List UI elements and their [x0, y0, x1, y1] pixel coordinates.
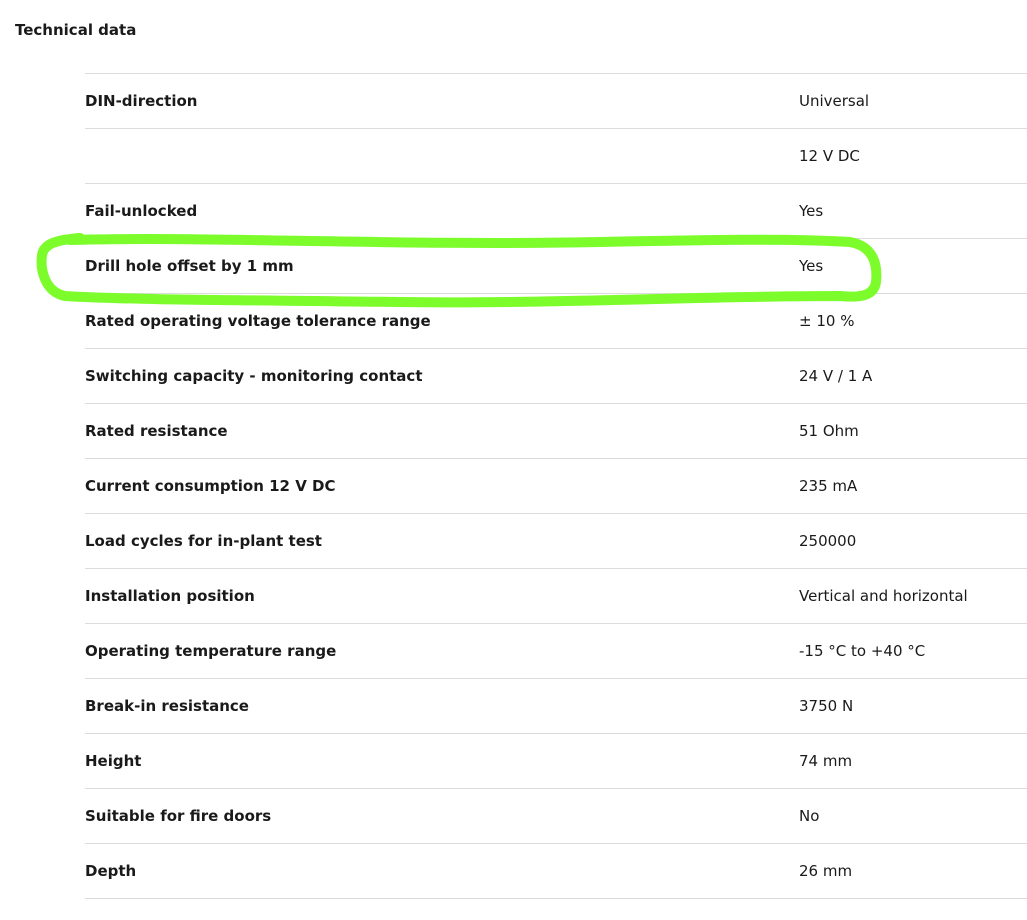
row-value: Universal — [799, 92, 870, 110]
row-label: Installation position — [85, 587, 255, 605]
table-row: Break-in resistance 3750 N — [85, 679, 1027, 734]
row-value: 26 mm — [799, 862, 853, 880]
table-row: DIN-direction Universal — [85, 74, 1027, 129]
row-label: Depth — [85, 862, 137, 880]
row-label: Rated resistance — [85, 422, 228, 440]
row-value: 74 mm — [799, 752, 853, 770]
row-label — [85, 129, 799, 184]
table-row: Load cycles for in-plant test 250000 — [85, 514, 1027, 569]
section-title: Technical data — [15, 21, 137, 39]
row-label: Drill hole offset by 1 mm — [85, 257, 294, 275]
table-row-highlighted: Drill hole offset by 1 mm Yes — [85, 239, 1027, 294]
row-label: Rated operating voltage tolerance range — [85, 312, 431, 330]
row-label: DIN-direction — [85, 92, 198, 110]
row-label: Height — [85, 752, 142, 770]
row-value: Yes — [799, 202, 824, 220]
table-row: Fail-unlocked Yes — [85, 184, 1027, 239]
row-value: ± 10 % — [799, 312, 855, 330]
technical-data-table: DIN-direction Universal 12 V DC Fail-unl… — [85, 73, 1027, 899]
table-row: Height 74 mm — [85, 734, 1027, 789]
row-value: 12 V DC — [799, 147, 860, 165]
table-row: Current consumption 12 V DC 235 mA — [85, 459, 1027, 514]
row-value: No — [799, 807, 820, 825]
table-row: Installation position Vertical and horiz… — [85, 569, 1027, 624]
row-value: 250000 — [799, 532, 857, 550]
row-label: Operating temperature range — [85, 642, 337, 660]
table-row: Depth 26 mm — [85, 844, 1027, 899]
row-value: -15 °C to +40 °C — [799, 642, 926, 660]
row-label: Suitable for fire doors — [85, 807, 272, 825]
row-value: 24 V / 1 A — [799, 367, 873, 385]
row-value: Yes — [799, 257, 824, 275]
row-label: Fail-unlocked — [85, 202, 198, 220]
table-row: Suitable for fire doors No — [85, 789, 1027, 844]
table-row: Operating temperature range -15 °C to +4… — [85, 624, 1027, 679]
row-value: 3750 N — [799, 697, 854, 715]
row-value: 235 mA — [799, 477, 858, 495]
row-label: Break-in resistance — [85, 697, 249, 715]
row-label: Load cycles for in-plant test — [85, 532, 322, 550]
table-row: Switching capacity - monitoring contact … — [85, 349, 1027, 404]
row-label: Switching capacity - monitoring contact — [85, 367, 423, 385]
table-row: Rated resistance 51 Ohm — [85, 404, 1027, 459]
table-row: 12 V DC — [85, 129, 1027, 184]
row-value: Vertical and horizontal — [799, 587, 968, 605]
row-value: 51 Ohm — [799, 422, 859, 440]
table-row: Rated operating voltage tolerance range … — [85, 294, 1027, 349]
row-label: Current consumption 12 V DC — [85, 477, 336, 495]
